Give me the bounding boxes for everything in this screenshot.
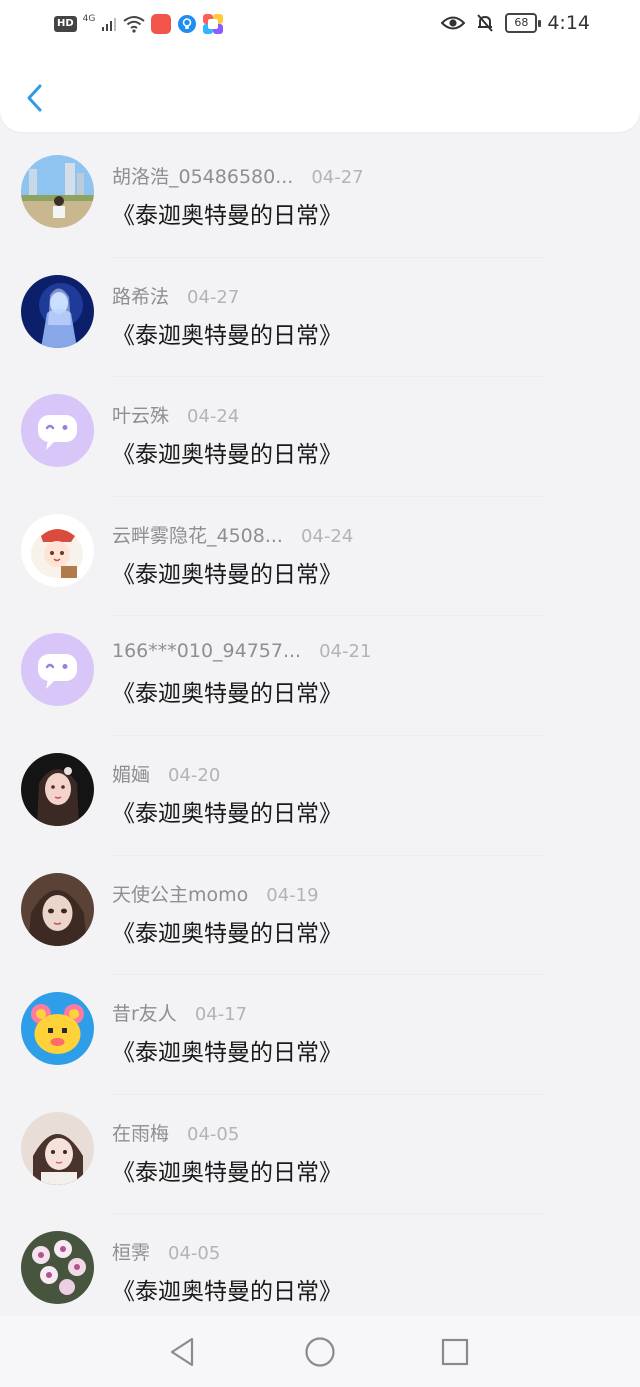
item-date: 04-20 xyxy=(168,764,221,786)
item-date: 04-27 xyxy=(311,167,364,188)
user-name: 昔r友人 xyxy=(112,1003,177,1026)
hd-badge: HD xyxy=(54,16,77,32)
user-name: 166***010_94757... xyxy=(112,640,302,663)
clock: 4:14 xyxy=(547,12,590,34)
avatar[interactable] xyxy=(21,992,94,1066)
list-item[interactable]: 胡洛浩_05486580... 04-27 《泰迦奥特曼的日常》 xyxy=(0,138,640,258)
bulb-app-icon xyxy=(178,15,197,33)
item-title: 《泰迦奥特曼的日常》 xyxy=(112,800,342,827)
list-item[interactable]: 166***010_94757... 04-21 《泰迦奥特曼的日常》 xyxy=(0,616,640,736)
list-item[interactable]: 桓霁 04-05 《泰迦奥特曼的日常》 xyxy=(0,1214,640,1316)
status-right: 68 4:14 xyxy=(441,12,590,34)
item-title: 《泰迦奥特曼的日常》 xyxy=(112,203,342,229)
item-meta: 胡洛浩_05486580... 04-27 xyxy=(112,162,364,189)
user-name: 胡洛浩_05486580... xyxy=(112,166,294,188)
item-title: 《泰迦奥特曼的日常》 xyxy=(112,1040,342,1067)
item-title: 《泰迦奥特曼的日常》 xyxy=(112,322,342,349)
user-name: 云畔雾隐花_4508... xyxy=(112,524,283,547)
user-name: 在雨梅 xyxy=(112,1122,170,1145)
triangle-back-icon xyxy=(170,1337,194,1367)
avatar[interactable] xyxy=(21,394,94,468)
item-date: 04-17 xyxy=(194,1004,248,1026)
back-button[interactable] xyxy=(18,80,52,116)
network-type: 4G xyxy=(82,14,96,24)
list-item[interactable]: 路希法 04-27 《泰迦奥特曼的日常》 xyxy=(0,258,640,378)
battery-indicator: 68 xyxy=(505,13,542,33)
item-meta: 昔r友人 04-17 xyxy=(112,999,247,1026)
item-date: 04-05 xyxy=(168,1243,221,1265)
item-date: 04-24 xyxy=(187,406,240,428)
bell-muted-icon xyxy=(477,14,494,32)
avatar[interactable] xyxy=(21,155,94,228)
item-date: 04-19 xyxy=(266,884,319,906)
message-list: 胡洛浩_05486580... 04-27 《泰迦奥特曼的日常》 路希法 04-… xyxy=(0,138,640,1316)
square-recents-icon xyxy=(441,1338,469,1366)
list-item[interactable]: 媚婳 04-20 《泰迦奥特曼的日常》 xyxy=(0,736,640,856)
item-title: 《泰迦奥特曼的日常》 xyxy=(112,1159,342,1186)
user-name: 天使公主momo xyxy=(112,883,249,906)
item-title: 《泰迦奥特曼的日常》 xyxy=(112,681,342,708)
user-name: 媚婳 xyxy=(112,763,151,786)
avatar[interactable] xyxy=(21,1231,94,1305)
item-date: 04-05 xyxy=(187,1123,240,1145)
item-meta: 桓霁 04-05 xyxy=(112,1238,220,1265)
nav-home-button[interactable] xyxy=(302,1334,338,1370)
item-date: 04-24 xyxy=(300,525,354,547)
item-date: 04-21 xyxy=(319,641,372,663)
list-item[interactable]: 在雨梅 04-05 《泰迦奥特曼的日常》 xyxy=(0,1095,640,1215)
list-item[interactable]: 叶云殊 04-24 《泰迦奥特曼的日常》 xyxy=(0,377,640,497)
list-item[interactable]: 云畔雾隐花_4508... 04-24 《泰迦奥特曼的日常》 xyxy=(0,497,640,617)
item-meta: 天使公主momo 04-19 xyxy=(112,880,319,907)
list-item[interactable]: 昔r友人 04-17 《泰迦奥特曼的日常》 xyxy=(0,975,640,1095)
system-nav-bar xyxy=(0,1316,640,1387)
status-left: HD 4G xyxy=(54,14,224,34)
signal-icon xyxy=(102,18,117,31)
top-app-bar xyxy=(0,52,640,132)
item-title: 《泰迦奥特曼的日常》 xyxy=(112,442,342,469)
item-meta: 叶云殊 04-24 xyxy=(112,401,239,428)
item-date: 04-27 xyxy=(187,286,240,308)
nav-recents-button[interactable] xyxy=(437,1334,473,1370)
item-title: 《泰迦奥特曼的日常》 xyxy=(112,920,342,947)
eye-icon xyxy=(441,16,466,30)
user-name: 叶云殊 xyxy=(112,405,170,428)
circle-home-icon xyxy=(305,1337,335,1367)
chevron-left-icon xyxy=(27,84,42,112)
item-meta: 166***010_94757... 04-21 xyxy=(112,640,371,662)
avatar[interactable] xyxy=(21,752,94,826)
avatar[interactable] xyxy=(21,274,94,348)
user-name: 桓霁 xyxy=(112,1242,151,1265)
list-item[interactable]: 天使公主momo 04-19 《泰迦奥特曼的日常》 xyxy=(0,856,640,976)
avatar[interactable] xyxy=(21,1111,94,1185)
user-name: 路希法 xyxy=(112,285,170,308)
wifi-icon xyxy=(123,16,145,33)
item-title: 《泰迦奥特曼的日常》 xyxy=(112,561,342,588)
item-meta: 媚婳 04-20 xyxy=(112,760,220,787)
avatar[interactable] xyxy=(21,872,94,946)
item-title: 《泰迦奥特曼的日常》 xyxy=(112,1279,342,1306)
status-bar: HD 4G 68 4:14 xyxy=(0,0,640,52)
item-meta: 路希法 04-27 xyxy=(112,282,239,309)
shopping-app-icon xyxy=(151,14,172,34)
item-meta: 云畔雾隐花_4508... 04-24 xyxy=(112,521,353,548)
nav-back-button[interactable] xyxy=(164,1334,200,1370)
avatar[interactable] xyxy=(21,633,94,707)
colorful-app-icon xyxy=(203,14,224,34)
avatar[interactable] xyxy=(21,513,94,587)
item-meta: 在雨梅 04-05 xyxy=(112,1119,239,1146)
